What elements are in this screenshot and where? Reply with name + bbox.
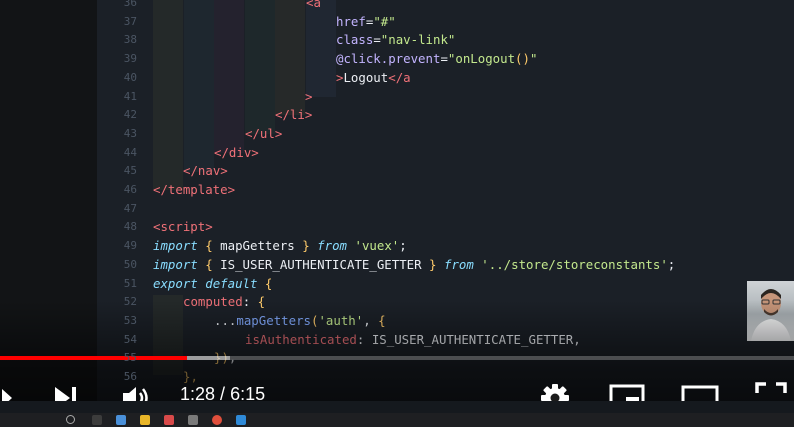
code-token: </a (388, 69, 411, 85)
progress-played (0, 356, 187, 360)
code-token: 'vuex' (354, 238, 400, 254)
code-token: " (529, 51, 538, 67)
code-line: >Logout</a (336, 69, 411, 88)
line-number: 56 (123, 370, 137, 383)
app-icon[interactable] (164, 415, 174, 425)
line-number: 36 (123, 0, 137, 9)
code-token: <a (306, 0, 321, 10)
code-line: export default { (153, 275, 272, 294)
code-token: from (317, 238, 348, 254)
code-line: <a (306, 0, 321, 13)
code-token: IS_USER_AUTHENTICATE_GETTER (212, 256, 430, 272)
line-number: 47 (123, 201, 137, 215)
code-token: = (440, 51, 448, 67)
line-number: 55 (123, 351, 137, 365)
line-number: 37 (123, 14, 137, 28)
code-token: = (373, 32, 381, 48)
code-token: </template> (153, 182, 236, 197)
code-line: </div> (214, 144, 259, 163)
code-token: </nav> (183, 163, 228, 179)
editor-status-bar (0, 401, 794, 413)
code-token: import (153, 238, 198, 254)
line-number: 44 (123, 145, 137, 159)
line-number: 43 (123, 126, 137, 140)
indent-guide (184, 0, 214, 172)
code-line: import { IS_USER_AUTHENTICATE_GETTER } f… (153, 256, 675, 275)
code-token: ; (667, 256, 676, 272)
code-token: <script> (153, 219, 213, 235)
code-token: ; (399, 238, 407, 254)
line-number: 48 (123, 220, 137, 234)
line-number: 49 (123, 239, 137, 253)
code-token: default (205, 275, 258, 291)
code-token: "onLogout (447, 51, 516, 67)
os-taskbar (0, 413, 794, 427)
code-line: </li> (275, 106, 312, 125)
code-line: import { mapGetters } from 'vuex'; (153, 237, 407, 256)
code-token: "nav-link" (380, 32, 456, 48)
line-number: 41 (123, 89, 137, 103)
line-number: 50 (123, 257, 137, 271)
indent-guide (214, 0, 244, 153)
indent-guide (245, 0, 275, 134)
task-view-icon[interactable] (92, 415, 102, 425)
code-line: @click.prevent="onLogout()" (336, 50, 537, 69)
line-number: 53 (123, 313, 137, 327)
code-token: { (264, 275, 273, 291)
code-token: "#" (373, 13, 396, 29)
code-token: class (336, 32, 374, 48)
line-number: 42 (123, 108, 137, 122)
code-line: </nav> (183, 162, 228, 181)
code-line: </ul> (245, 125, 282, 144)
line-number: 45 (123, 164, 137, 178)
app-icon[interactable] (116, 415, 126, 425)
line-number: 40 (123, 70, 137, 84)
code-line: <script> (153, 218, 213, 237)
code-token: from (443, 256, 474, 272)
code-token: { (205, 238, 213, 254)
line-number: 51 (123, 276, 137, 290)
code-token: </div> (214, 144, 259, 160)
indent-guide (275, 0, 305, 115)
code-token: Logout (343, 69, 389, 85)
code-token: mapGetters (212, 238, 303, 254)
code-token: { (205, 256, 213, 272)
line-number: 54 (123, 332, 137, 346)
code-line: class="nav-link" (336, 31, 455, 50)
code-token: </li> (275, 107, 313, 123)
code-line: href="#" (336, 13, 396, 32)
folder-icon[interactable] (140, 415, 150, 425)
video-player[interactable]: 36 <a href="#" class="nav-link" @click.pre… (0, 0, 794, 427)
line-number: 52 (123, 295, 137, 309)
code-token: '../store/storeconstants' (481, 256, 668, 272)
search-icon[interactable] (66, 415, 75, 424)
code-token: export (153, 275, 198, 291)
code-token: @click.prevent (336, 51, 441, 67)
line-number: 46 (123, 183, 137, 196)
code-token: } (429, 256, 437, 272)
code-token: () (515, 51, 530, 67)
indent-guide (306, 0, 336, 97)
indent-guide (153, 0, 183, 190)
code-token: </ul> (245, 125, 283, 141)
code-token: import (153, 256, 198, 272)
chrome-icon[interactable] (212, 415, 222, 425)
code-line: > (305, 88, 312, 107)
code-line: </template> (153, 181, 235, 200)
code-token: href (336, 13, 366, 29)
line-number: 39 (123, 52, 137, 66)
code-token: > (305, 88, 313, 104)
code-token: } (302, 238, 310, 254)
vscode-icon[interactable] (236, 415, 246, 425)
app-icon[interactable] (188, 415, 198, 425)
line-number: 38 (123, 33, 137, 47)
